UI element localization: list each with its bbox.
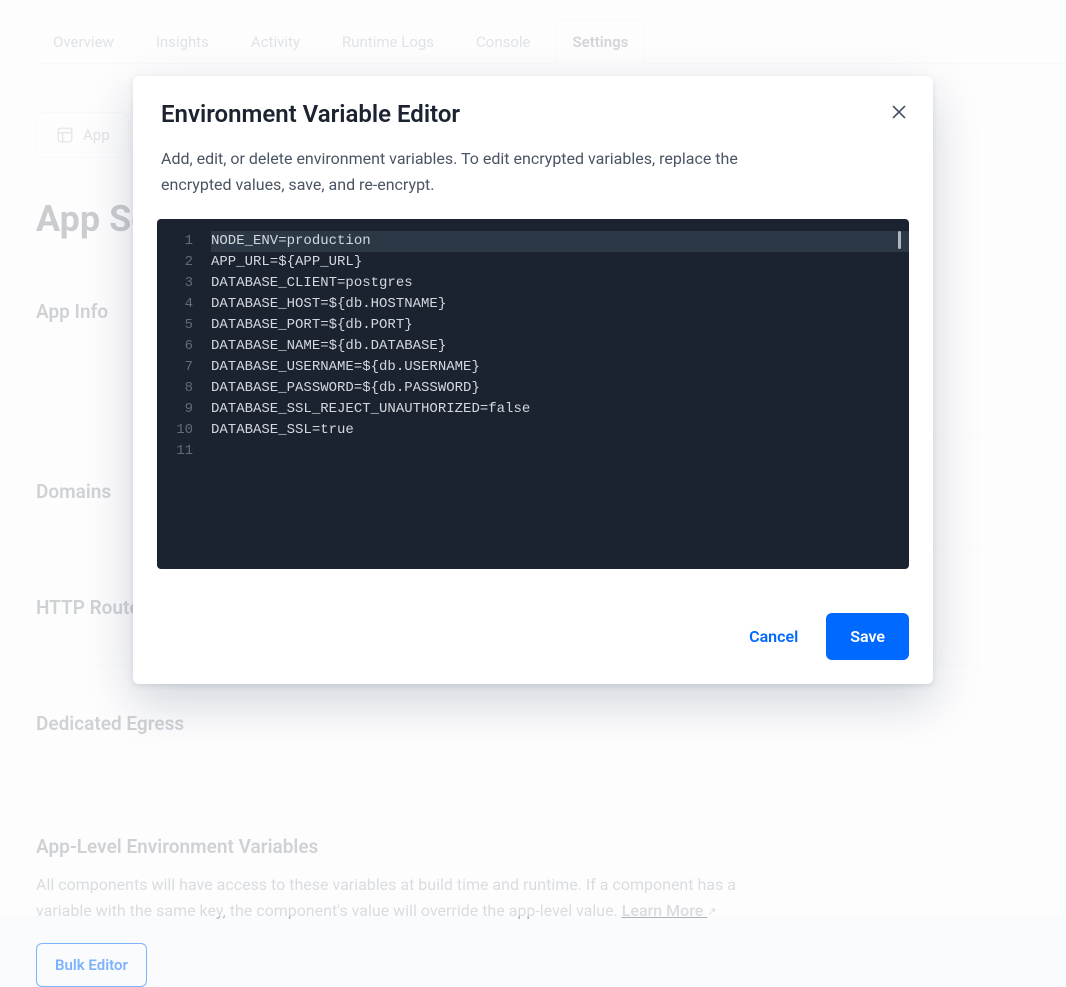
cancel-button[interactable]: Cancel — [729, 613, 818, 660]
line-number: 3 — [165, 273, 193, 294]
code-line[interactable]: NODE_ENV=production — [211, 231, 909, 252]
modal-overlay[interactable]: Environment Variable Editor Add, edit, o… — [0, 0, 1066, 916]
bulk-editor-button[interactable]: Bulk Editor — [36, 943, 147, 987]
scrollbar-thumb[interactable] — [898, 231, 901, 249]
line-number: 11 — [165, 441, 193, 462]
line-numbers-gutter: 1234567891011 — [157, 219, 207, 569]
modal-subtitle: Add, edit, or delete environment variabl… — [133, 136, 773, 219]
line-number: 2 — [165, 252, 193, 273]
code-line[interactable]: DATABASE_SSL_REJECT_UNAUTHORIZED=false — [211, 399, 909, 420]
line-number: 4 — [165, 294, 193, 315]
code-editor[interactable]: 1234567891011 NODE_ENV=productionAPP_URL… — [157, 219, 909, 569]
line-number: 7 — [165, 357, 193, 378]
line-number: 1 — [165, 231, 193, 252]
env-editor-modal: Environment Variable Editor Add, edit, o… — [133, 76, 933, 684]
code-line[interactable]: DATABASE_CLIENT=postgres — [211, 273, 909, 294]
code-line[interactable]: APP_URL=${APP_URL} — [211, 252, 909, 273]
code-line[interactable]: DATABASE_PASSWORD=${db.PASSWORD} — [211, 378, 909, 399]
save-button[interactable]: Save — [826, 613, 909, 660]
close-button[interactable] — [885, 98, 913, 126]
code-line[interactable]: DATABASE_HOST=${db.HOSTNAME} — [211, 294, 909, 315]
code-line[interactable]: DATABASE_SSL=true — [211, 420, 909, 441]
code-line[interactable]: DATABASE_USERNAME=${db.USERNAME} — [211, 357, 909, 378]
close-icon — [891, 104, 907, 120]
line-number: 5 — [165, 315, 193, 336]
line-number: 10 — [165, 420, 193, 441]
modal-title: Environment Variable Editor — [161, 100, 905, 128]
modal-header: Environment Variable Editor — [133, 76, 933, 136]
code-content[interactable]: NODE_ENV=productionAPP_URL=${APP_URL}DAT… — [207, 219, 909, 569]
code-line[interactable]: DATABASE_NAME=${db.DATABASE} — [211, 336, 909, 357]
line-number: 9 — [165, 399, 193, 420]
line-number: 8 — [165, 378, 193, 399]
line-number: 6 — [165, 336, 193, 357]
code-line[interactable]: DATABASE_PORT=${db.PORT} — [211, 315, 909, 336]
modal-footer: Cancel Save — [133, 569, 933, 684]
